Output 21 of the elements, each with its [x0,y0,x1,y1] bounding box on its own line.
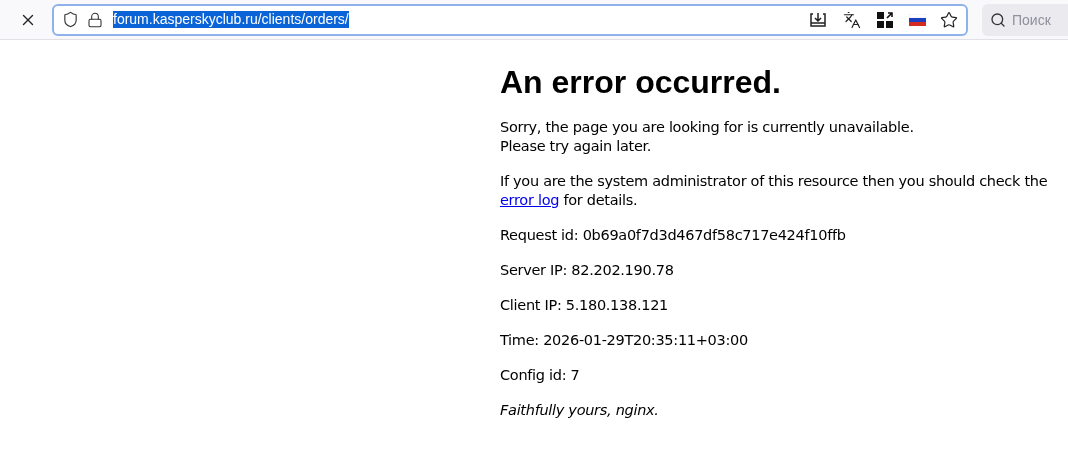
message-text: Sorry, the page you are looking for is currently unavailable. Please try again later. [500,118,915,156]
download-icon[interactable] [809,10,827,29]
url-bar[interactable]: forum.kasperskyclub.ru/clients/orders/ [52,3,968,36]
message-text: Request id: 0b69a0f7d3d467df58c717e424f10ffb [500,226,847,245]
search-field[interactable]: Поиск [982,3,1068,36]
bookmark-star-icon[interactable] [940,10,958,29]
message-text: Server IP: 82.202.190.78 [500,261,675,280]
message-text: Time: 2026-01-29T20:35:11+03:00 [500,331,749,350]
flag-icon[interactable] [909,13,926,26]
page-heading: An error occurred. [500,63,782,102]
message-text: Config id: 7 [500,366,581,385]
grid-icon[interactable] [877,11,893,28]
search-icon [990,11,1006,28]
url-text[interactable]: forum.kasperskyclub.ru/clients/orders/ [113,11,349,28]
signature-text: Faithfully yours, nginx. [500,401,660,420]
message-text: Client IP: 5.180.138.121 [500,296,669,315]
lock-icon[interactable] [87,11,103,28]
shield-icon[interactable] [62,11,79,28]
error-log-link[interactable]: error log [500,192,560,208]
admin-note: If you are the system administrator of this resource then you should check the error log for details. [500,172,1049,210]
translate-icon[interactable] [843,10,861,29]
